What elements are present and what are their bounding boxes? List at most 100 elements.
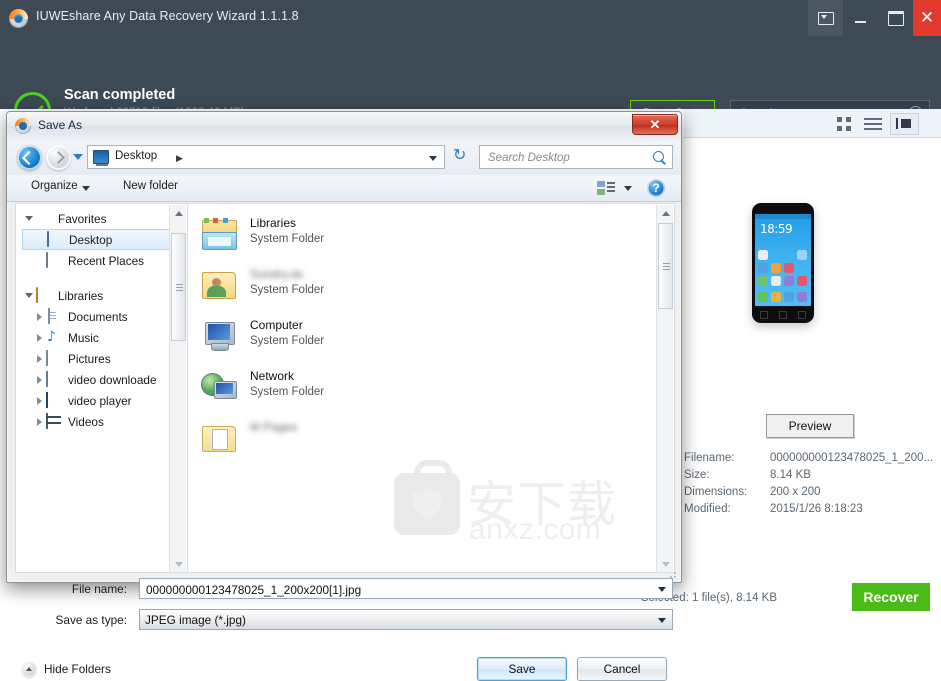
tree-item-videos[interactable]: Videos (22, 411, 187, 432)
save-as-type-row: Save as type: JPEG image (*.jpg) (7, 609, 681, 635)
minimize-button[interactable] (843, 0, 878, 36)
smartphone-photo: 18:59 (752, 203, 814, 323)
file-list-scrollbar[interactable] (656, 205, 674, 572)
skin-dropdown-button[interactable] (808, 0, 843, 36)
maximize-icon (887, 10, 904, 26)
scroll-thumb[interactable] (658, 223, 673, 309)
chevron-down-icon[interactable] (624, 186, 632, 191)
twisty-closed-icon[interactable] (32, 333, 46, 342)
tree-item-label: Pictures (68, 351, 111, 366)
scroll-up-button[interactable] (657, 205, 674, 222)
scroll-thumb[interactable] (171, 233, 186, 341)
file-name-label: File name: (71, 582, 127, 596)
save-button[interactable]: Save (477, 657, 567, 681)
file-name-field[interactable] (139, 578, 673, 600)
twisty-open-icon[interactable] (22, 293, 36, 298)
phone-clock: 18:59 (760, 222, 793, 236)
file-name: Computer (250, 318, 303, 332)
scroll-down-button[interactable] (170, 556, 187, 572)
twisty-closed-icon[interactable] (32, 375, 46, 384)
phone-nav-buttons (755, 309, 811, 320)
organize-menu-button[interactable]: Organize (31, 180, 90, 192)
file-name-input[interactable] (144, 579, 648, 600)
breadcrumb-current[interactable]: Desktop (115, 150, 157, 162)
close-button[interactable]: ✕ (913, 0, 941, 36)
tree-item-desktop[interactable]: Desktop (22, 229, 170, 250)
grid-view-icon[interactable] (836, 115, 853, 132)
twisty-open-icon[interactable] (22, 216, 36, 221)
scroll-up-button[interactable] (170, 205, 187, 222)
tree-item-video-player[interactable]: video player (22, 390, 187, 411)
recent-places-icon (46, 251, 64, 269)
file-list-item[interactable]: Sundry.ds System Folder (188, 261, 674, 312)
history-dropdown-icon[interactable] (73, 154, 83, 160)
file-name-row: File name: (7, 578, 681, 604)
file-list-item[interactable]: Computer System Folder (188, 312, 674, 363)
tree-item-documents[interactable]: Documents (22, 306, 187, 327)
tree-item-pictures[interactable]: Pictures (22, 348, 187, 369)
new-folder-button[interactable]: New folder (123, 180, 178, 192)
computer-icon (200, 320, 238, 354)
star-icon (36, 211, 54, 227)
search-icon[interactable] (653, 151, 664, 162)
chevron-down-icon[interactable] (658, 587, 666, 592)
save-as-type-select[interactable]: JPEG image (*.jpg) (139, 609, 673, 630)
documents-icon (46, 307, 64, 325)
dialog-search-input[interactable] (486, 146, 645, 170)
dialog-close-button[interactable]: ✕ (632, 114, 678, 135)
back-arrow-icon[interactable] (17, 145, 42, 170)
view-mode-toolbar (684, 109, 941, 138)
metadata-row: Size: 8.14 KB (684, 469, 941, 486)
tree-item-libraries[interactable]: Libraries (22, 285, 187, 306)
save-as-type-label: Save as type: (55, 613, 127, 627)
twisty-closed-icon[interactable] (32, 396, 46, 405)
tree-scrollbar[interactable] (169, 205, 187, 572)
dialog-navigation-bar: Desktop ▶ (7, 140, 681, 175)
user-folder-icon (200, 269, 238, 303)
help-icon[interactable]: ? (647, 179, 665, 197)
dialog-toolbar: Organize New folder ? (7, 175, 681, 202)
file-type: System Folder (250, 284, 325, 296)
maximize-button[interactable] (878, 0, 913, 36)
file-list-item[interactable]: Libraries System Folder (188, 210, 674, 261)
file-list-item[interactable]: Network System Folder (188, 363, 674, 414)
scan-status-title: Scan completed (64, 87, 176, 103)
network-icon (200, 371, 238, 405)
recover-button[interactable]: Recover (852, 583, 930, 611)
dialog-title-bar: Save As ✕ (7, 112, 681, 140)
tree-item-video-downloader[interactable]: video downloade (22, 369, 187, 390)
chevron-down-icon[interactable] (429, 156, 437, 161)
file-type: System Folder (250, 233, 325, 245)
breadcrumb-separator[interactable]: ▶ (176, 153, 183, 164)
metadata-key: Size: (684, 469, 710, 481)
list-view-icon[interactable] (864, 115, 882, 132)
file-name: Libraries (250, 216, 297, 230)
dialog-title: Save As (38, 118, 83, 132)
file-list-item[interactable]: M Pages (188, 414, 674, 465)
video-downloader-icon (46, 370, 64, 388)
dialog-search-box[interactable] (479, 145, 673, 170)
metadata-row: Filename: 000000000123478025_1_200... (684, 452, 941, 469)
tree-item-favorites[interactable]: Favorites (22, 208, 187, 229)
cancel-button[interactable]: Cancel (577, 657, 667, 681)
phone-app-grid (758, 250, 808, 286)
twisty-closed-icon[interactable] (32, 417, 46, 426)
tree-item-label: Desktop (69, 232, 113, 247)
forward-arrow-icon[interactable] (46, 145, 71, 170)
hide-folders-button[interactable]: Hide Folders (21, 661, 111, 677)
twisty-closed-icon[interactable] (32, 354, 46, 363)
refresh-icon[interactable] (453, 145, 471, 166)
twisty-closed-icon[interactable] (32, 312, 46, 321)
videos-icon (46, 412, 64, 430)
navigation-tree: Favorites Desktop Recent Places Librarie… (15, 203, 187, 573)
change-view-icon[interactable] (597, 180, 615, 196)
resize-grip-icon[interactable] (666, 568, 676, 578)
detail-view-icon[interactable] (890, 113, 919, 135)
file-name: M Pages (250, 420, 298, 434)
preview-button[interactable]: Preview (766, 414, 854, 438)
breadcrumb[interactable]: Desktop ▶ (87, 145, 445, 169)
tree-item-label: Libraries (58, 288, 104, 303)
tree-item-recent-places[interactable]: Recent Places (22, 250, 187, 271)
hide-folders-label: Hide Folders (44, 662, 111, 676)
tree-item-music[interactable]: ♪ Music (22, 327, 187, 348)
